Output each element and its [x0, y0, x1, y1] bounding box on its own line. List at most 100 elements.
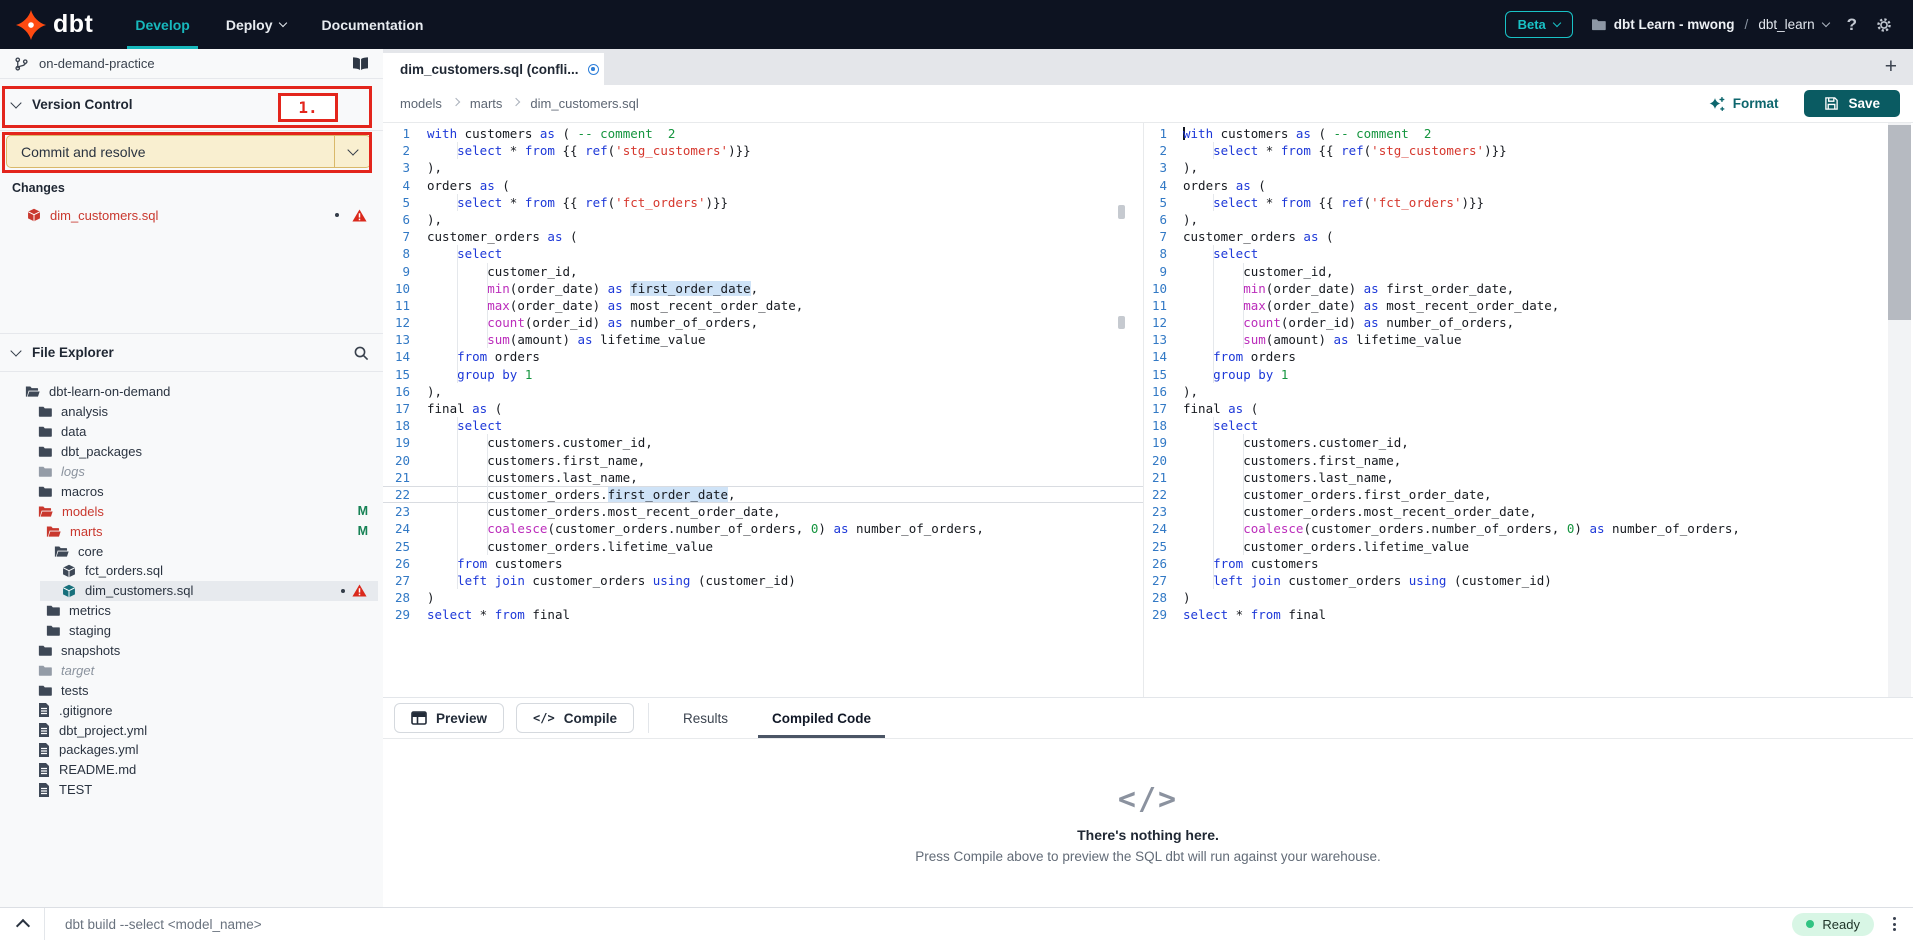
tree-item-dbt-project-yml[interactable]: dbt_project.yml: [0, 720, 383, 740]
code-line-19: 19 customers.customer_id,: [1144, 434, 1913, 451]
tree-item-readme-md[interactable]: README.md: [0, 760, 383, 780]
beta-selector[interactable]: Beta: [1505, 11, 1573, 38]
commit-and-resolve-button[interactable]: Commit and resolve: [6, 135, 371, 168]
compile-label: Compile: [564, 711, 617, 726]
nav-item-label: Documentation: [322, 17, 424, 33]
tree-item-test[interactable]: TEST: [0, 780, 383, 800]
file-explorer-header[interactable]: File Explorer: [0, 333, 383, 372]
tree-item-gitignore[interactable]: .gitignore: [0, 700, 383, 720]
commit-options-caret[interactable]: [334, 136, 370, 167]
account-project-selector[interactable]: dbt Learn - mwong / dbt_learn: [1591, 17, 1829, 32]
brand-name: dbt: [53, 10, 93, 39]
version-control-title: Version Control: [32, 97, 133, 112]
save-button[interactable]: Save: [1804, 90, 1900, 117]
tree-item-target[interactable]: target: [0, 660, 383, 680]
new-tab-button[interactable]: +: [1879, 49, 1903, 85]
tab-compiled-code[interactable]: Compiled Code: [750, 698, 893, 738]
code-line-6: 6),: [1144, 211, 1913, 228]
command-input[interactable]: [45, 916, 1792, 933]
folder-icon: [38, 465, 52, 478]
tree-item-fct-orders-sql[interactable]: fct_orders.sql: [0, 561, 383, 581]
code-editor-split: 1with customers as ( -- comment 22 selec…: [383, 123, 1913, 698]
editor-pane-left[interactable]: 1with customers as ( -- comment 22 selec…: [383, 123, 1143, 698]
tree-item-label: dim_customers.sql: [85, 583, 193, 598]
tree-item-data[interactable]: data: [0, 422, 383, 442]
model-cube-icon: [62, 584, 76, 598]
line-number: 26: [1144, 555, 1167, 572]
tab-label: Results: [683, 711, 728, 726]
code-line-18: 18 select: [1144, 417, 1913, 434]
tree-item-label: dbt-learn-on-demand: [49, 384, 170, 399]
overflow-menu-button[interactable]: [1890, 914, 1899, 934]
settings-button[interactable]: [1875, 16, 1893, 34]
tree-item-dbt-learn-on-demand[interactable]: dbt-learn-on-demand: [0, 382, 383, 402]
nav-item-documentation[interactable]: Documentation: [304, 0, 442, 49]
nav-item-develop[interactable]: Develop: [117, 0, 207, 49]
project-name: dbt_learn: [1758, 17, 1814, 32]
tree-item-models[interactable]: modelsM: [0, 501, 383, 521]
tree-item-tests[interactable]: tests: [0, 680, 383, 700]
unsaved-changes-icon: [588, 64, 599, 75]
model-cube-icon: [62, 564, 76, 578]
editor-pane-right[interactable]: 1with customers as ( -- comment 22 selec…: [1143, 123, 1913, 698]
nav-item-deploy[interactable]: Deploy: [208, 0, 304, 49]
line-number: 17: [1144, 400, 1167, 417]
chevron-up-icon: [16, 919, 30, 933]
table-icon: [411, 711, 427, 725]
tree-item-snapshots[interactable]: snapshots: [0, 641, 383, 661]
tree-item-core[interactable]: core: [0, 541, 383, 561]
unsaved-dot-icon: [341, 589, 345, 593]
tree-item-staging[interactable]: staging: [0, 621, 383, 641]
tree-item-logs[interactable]: logs: [0, 462, 383, 482]
tree-item-dbt-packages[interactable]: dbt_packages: [0, 442, 383, 462]
chevron-down-icon: [1821, 19, 1829, 27]
code-line-19: 19 customers.customer_id,: [383, 434, 1143, 451]
chevron-down-icon: [347, 144, 358, 155]
dbt-cloud-ide: dbt Develop Deploy Documentation Beta dbt …: [0, 0, 1913, 940]
line-number: 21: [383, 469, 410, 486]
help-button[interactable]: ?: [1847, 15, 1857, 35]
code-line-1: 1with customers as ( -- comment 2: [1144, 125, 1913, 142]
line-number: 7: [383, 228, 410, 245]
file-search-button[interactable]: [353, 345, 369, 361]
empty-state-title: There's nothing here.: [1077, 827, 1219, 843]
breadcrumb-item-models: models: [400, 96, 442, 111]
code-line-12: 12 count(order_id) as number_of_orders,: [1144, 314, 1913, 331]
code-line-3: 3),: [1144, 159, 1913, 176]
format-button[interactable]: Format: [1709, 96, 1779, 112]
compile-button[interactable]: </> Compile: [516, 703, 634, 733]
bottom-panel-header: Preview </> Compile Results Compiled Code: [383, 698, 1913, 739]
folder-icon: [38, 684, 52, 697]
line-number: 8: [1144, 245, 1167, 262]
format-label: Format: [1733, 96, 1779, 111]
tree-item-metrics[interactable]: metrics: [0, 601, 383, 621]
scroll-marker[interactable]: [1118, 205, 1125, 219]
folder-icon: [46, 604, 60, 617]
folder-open-icon: [54, 545, 69, 558]
code-brackets-icon: </>: [533, 711, 555, 725]
breadcrumb-item-marts: marts: [470, 96, 503, 111]
tree-item-analysis[interactable]: analysis: [0, 402, 383, 422]
nav-item-label: Deploy: [226, 17, 273, 33]
scroll-marker[interactable]: [1118, 316, 1125, 329]
tree-item-marts[interactable]: martsM: [0, 521, 383, 541]
status-dot-icon: [1806, 920, 1814, 928]
tree-item-packages-yml[interactable]: packages.yml: [0, 740, 383, 760]
code-line-25: 25 customer_orders.lifetime_value: [1144, 538, 1913, 555]
tree-item-macros[interactable]: macros: [0, 481, 383, 501]
git-branch-selector[interactable]: on-demand-practice: [0, 49, 383, 79]
editor-tab-dim-customers[interactable]: dim_customers.sql (confli...: [383, 53, 604, 85]
preview-button[interactable]: Preview: [394, 703, 504, 733]
dbt-logo[interactable]: dbt: [16, 10, 93, 40]
vertical-scrollbar-thumb[interactable]: [1888, 125, 1911, 320]
code-line-4: 4orders as (: [1144, 177, 1913, 194]
tree-item-dim-customers-sql[interactable]: dim_customers.sql: [0, 581, 383, 601]
save-label: Save: [1848, 96, 1880, 111]
expand-command-panel-button[interactable]: [14, 913, 32, 935]
changed-file-dim-customers-sql[interactable]: dim_customers.sql: [0, 204, 383, 226]
tab-results[interactable]: Results: [661, 698, 750, 738]
docs-book-button[interactable]: [352, 56, 369, 71]
code-line-23: 23 customer_orders.most_recent_order_dat…: [383, 503, 1143, 520]
tree-item-label: packages.yml: [59, 742, 138, 757]
main-area: dim_customers.sql (confli... + models mar…: [383, 49, 1913, 908]
